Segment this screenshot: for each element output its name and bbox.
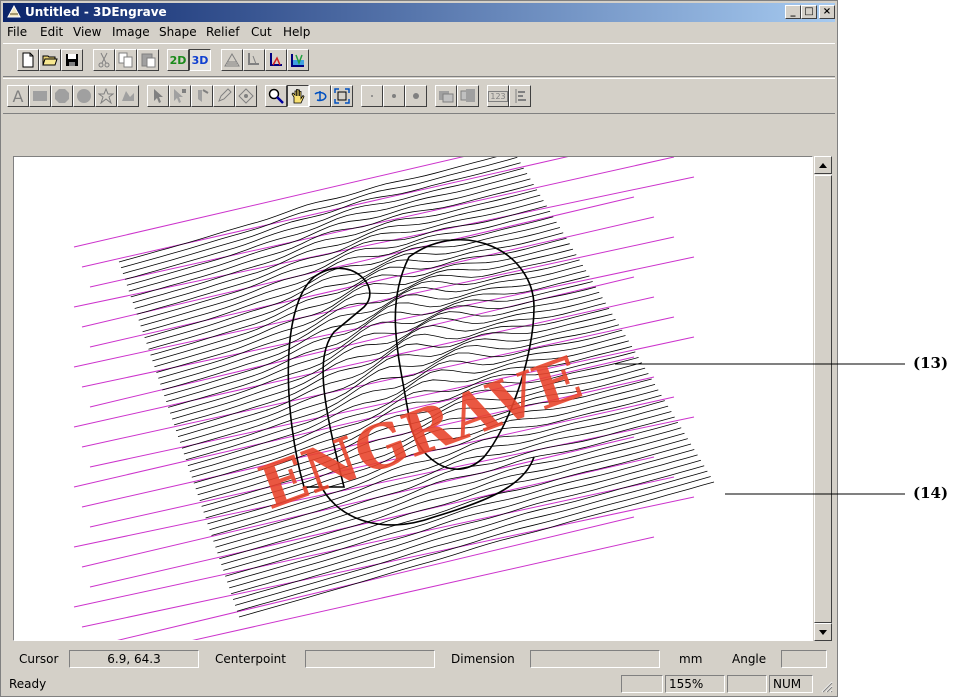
callout-lines [615,363,905,495]
callout-14: (14) [913,484,949,502]
callout-13: (13) [913,354,949,372]
